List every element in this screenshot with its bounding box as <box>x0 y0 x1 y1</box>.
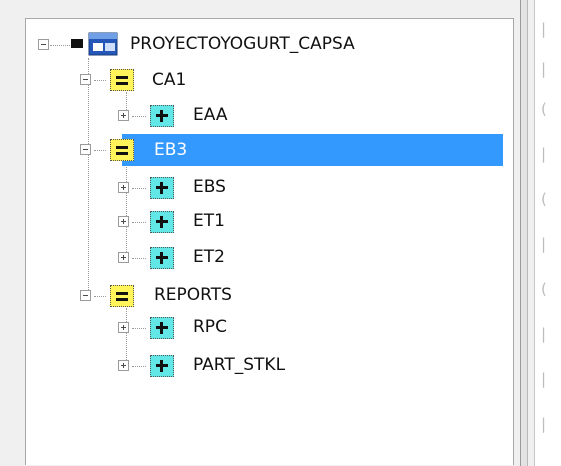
expand-toggle[interactable] <box>118 322 129 333</box>
partial-glyph: | <box>541 60 547 78</box>
partial-glyph: | <box>541 370 547 388</box>
tree-connector <box>50 45 72 46</box>
expand-toggle[interactable] <box>118 182 129 193</box>
expand-toggle[interactable] <box>118 252 129 263</box>
cyan-item-icon <box>150 211 174 233</box>
tree-node-label: RPC <box>193 317 227 337</box>
cyan-item-icon <box>150 177 174 199</box>
tree-connector <box>88 58 89 296</box>
partial-glyph: ( <box>541 100 547 118</box>
collapse-toggle[interactable] <box>38 39 49 50</box>
partial-glyph: | <box>541 325 547 343</box>
collapse-toggle[interactable] <box>80 74 91 85</box>
collapse-toggle[interactable] <box>80 144 91 155</box>
partial-glyph: | <box>541 415 547 433</box>
tree-connector <box>94 150 106 151</box>
tree-connector <box>94 80 106 81</box>
cyan-item-icon <box>150 105 174 127</box>
project-window-icon <box>71 32 118 56</box>
partial-glyph: | <box>541 20 547 38</box>
tree-node-label: EBS <box>193 177 226 197</box>
tree-connector <box>126 308 127 366</box>
tree-connector <box>94 296 106 297</box>
yellow-group-icon <box>110 139 134 161</box>
tree-connector <box>132 366 146 367</box>
tree-connector <box>132 116 146 117</box>
collapse-toggle[interactable] <box>80 290 91 301</box>
tree-connector <box>132 328 146 329</box>
tree-node-label: EB3 <box>154 140 188 160</box>
cyan-item-icon <box>150 355 174 377</box>
partial-glyph: ( <box>541 280 547 298</box>
expand-toggle[interactable] <box>118 360 129 371</box>
tree-node-label: ET1 <box>193 211 225 231</box>
expand-toggle[interactable] <box>118 110 129 121</box>
expand-toggle[interactable] <box>118 216 129 227</box>
partial-glyph: | <box>541 235 547 253</box>
yellow-group-icon <box>110 69 134 91</box>
right-panel: | | ( | ( | ( | | | <box>534 0 561 466</box>
tree-connector <box>132 222 146 223</box>
tree-node-label: ET2 <box>193 247 225 267</box>
panel-splitter[interactable] <box>520 0 528 466</box>
cyan-item-icon <box>150 247 174 269</box>
tree-node-label: REPORTS <box>154 285 232 305</box>
tree-node-label: EAA <box>193 105 228 125</box>
tree-node-label: PROYECTOYOGURT_CAPSA <box>130 34 355 54</box>
yellow-group-icon <box>110 285 134 307</box>
tree-connector <box>132 258 146 259</box>
partial-glyph: ( <box>541 190 547 208</box>
partial-glyph: | <box>541 145 547 163</box>
cyan-item-icon <box>150 317 174 339</box>
tree-node-label: CA1 <box>152 70 187 90</box>
tree-connector <box>132 188 146 189</box>
window: PROYECTOYOGURT_CAPSA CA1 EAA EB3 EBS ET1… <box>0 0 561 466</box>
tree-view-panel[interactable] <box>25 18 514 465</box>
tree-node-label: PART_STKL <box>193 355 286 375</box>
tree-connector <box>126 162 127 258</box>
